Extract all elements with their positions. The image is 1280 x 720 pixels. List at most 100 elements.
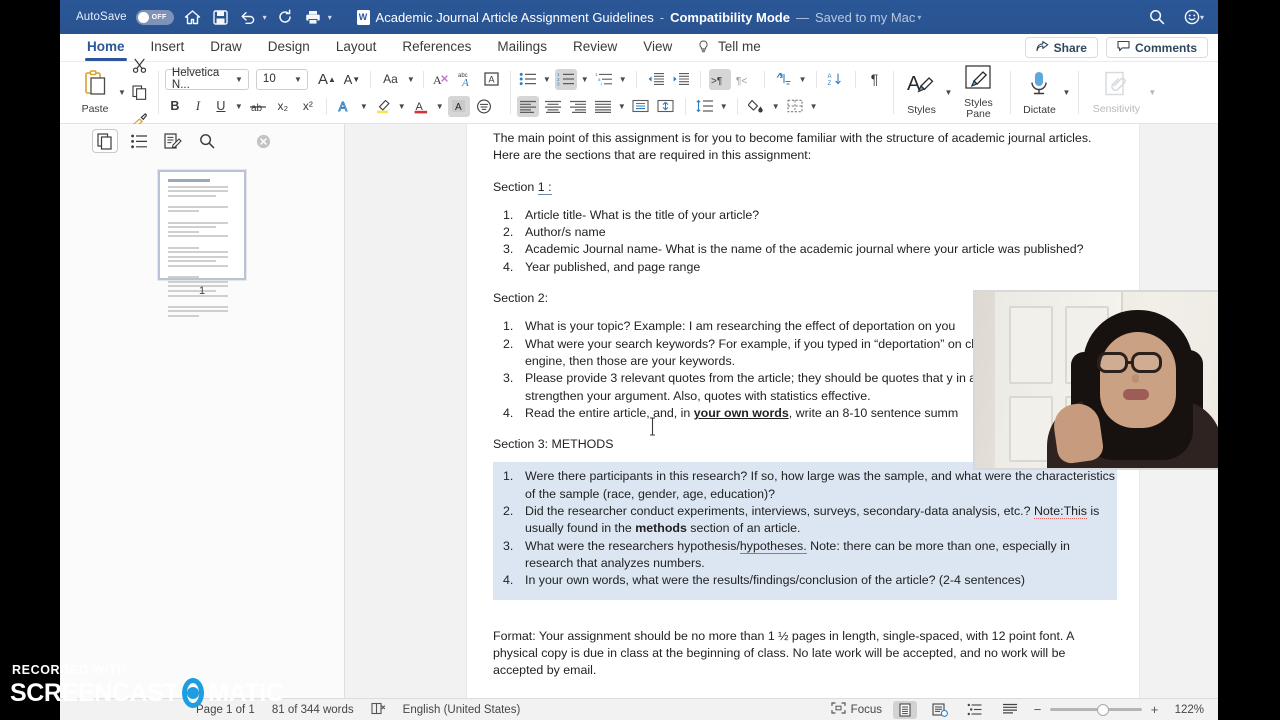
comments-button[interactable]: Comments: [1105, 37, 1208, 58]
character-border-icon[interactable]: [473, 96, 495, 117]
borders-icon[interactable]: [784, 96, 806, 117]
search-icon[interactable]: [1148, 8, 1167, 27]
show-formatting-marks-icon[interactable]: ¶: [864, 69, 886, 90]
text-effects-caret-icon[interactable]: ▼: [359, 102, 369, 111]
bulleted-list-icon[interactable]: [517, 69, 539, 90]
shading-caret-icon[interactable]: ▼: [771, 102, 781, 111]
redo-icon[interactable]: [276, 8, 295, 27]
font-name-caret-icon[interactable]: ▼: [234, 75, 244, 84]
decrease-spacing-icon[interactable]: [655, 96, 677, 117]
zoom-in-button[interactable]: +: [1150, 702, 1159, 717]
italic-button[interactable]: I: [188, 96, 208, 117]
styles-pane-button[interactable]: Styles Pane: [953, 65, 1003, 120]
tab-mailings[interactable]: Mailings: [484, 34, 560, 62]
pages-thumbnail-icon[interactable]: [92, 129, 118, 153]
change-case-icon[interactable]: Aa: [378, 69, 403, 90]
increase-indent-icon[interactable]: [670, 69, 692, 90]
cut-icon[interactable]: [129, 55, 151, 76]
document-outline-icon[interactable]: [126, 129, 152, 153]
font-size-caret-icon[interactable]: ▼: [293, 75, 303, 84]
undo-dropdown-caret-icon[interactable]: ▾: [263, 13, 267, 22]
justify-icon[interactable]: [592, 96, 614, 117]
shading-icon[interactable]: [746, 96, 768, 117]
sort-ascending-icon[interactable]: [773, 69, 795, 90]
zoom-out-button[interactable]: −: [1033, 702, 1042, 717]
page-thumbnail-1[interactable]: [158, 170, 246, 317]
saved-status-caret-icon[interactable]: ▾: [917, 13, 921, 22]
spelling-check-icon[interactable]: [371, 702, 386, 718]
text-effects-icon[interactable]: A: [334, 96, 356, 117]
sensitivity-caret-icon[interactable]: ▼: [1147, 88, 1157, 97]
styles-caret-icon[interactable]: ▼: [944, 88, 954, 97]
zoom-knob[interactable]: [1097, 703, 1109, 716]
multilevel-list-caret-icon[interactable]: ▼: [618, 75, 628, 84]
font-name-combobox[interactable]: Helvetica N... ▼: [164, 67, 249, 91]
zoom-slider[interactable]: − +: [1033, 702, 1159, 717]
numbered-list-caret-icon[interactable]: ▼: [580, 75, 590, 84]
autosave-toggle[interactable]: OFF: [135, 9, 174, 25]
change-case-caret-icon[interactable]: ▼: [406, 75, 416, 84]
focus-button[interactable]: Focus: [831, 702, 882, 717]
draft-icon[interactable]: [998, 701, 1022, 719]
search-icon[interactable]: [194, 129, 220, 153]
undo-icon[interactable]: [239, 8, 258, 27]
language-status[interactable]: English (United States): [403, 704, 521, 716]
close-icon[interactable]: [250, 129, 276, 153]
character-shading-icon[interactable]: A: [447, 95, 470, 117]
underline-caret-icon[interactable]: ▼: [234, 102, 244, 111]
line-spacing-icon[interactable]: [694, 96, 716, 117]
web-layout-icon[interactable]: [928, 701, 952, 719]
sort-az-icon[interactable]: AZ: [825, 69, 847, 90]
tab-view[interactable]: View: [630, 34, 685, 62]
print-layout-icon[interactable]: [893, 700, 917, 719]
zoom-track[interactable]: [1050, 703, 1142, 716]
customize-toolbar-icon[interactable]: ▾: [328, 13, 332, 22]
save-icon[interactable]: [211, 8, 230, 27]
text-box-icon[interactable]: A: [481, 69, 503, 90]
spelling-grammar-icon[interactable]: abc A: [456, 69, 478, 90]
shrink-font-icon[interactable]: A ▼: [341, 69, 363, 90]
sensitivity-button[interactable]: Sensitivity: [1085, 66, 1147, 120]
align-center-icon[interactable]: [542, 96, 564, 117]
justify-caret-icon[interactable]: ▼: [617, 102, 627, 111]
word-count[interactable]: 81 of 344 words: [272, 704, 354, 716]
share-button[interactable]: Share: [1024, 37, 1098, 58]
strikethrough-button[interactable]: ab: [247, 96, 269, 117]
styles-button[interactable]: A Styles: [900, 66, 944, 120]
paste-dropdown-caret-icon[interactable]: ▼: [117, 88, 127, 97]
font-color-caret-icon[interactable]: ▼: [435, 102, 445, 111]
dictate-button[interactable]: Dictate: [1017, 66, 1061, 120]
hyperlink-hypotheses[interactable]: hypotheses.: [739, 538, 807, 554]
ltr-text-direction-icon[interactable]: >¶: [708, 68, 731, 90]
numbered-list-icon[interactable]: 123: [554, 68, 577, 90]
line-spacing-caret-icon[interactable]: ▼: [719, 102, 729, 111]
font-size-combobox[interactable]: 10 ▼: [255, 68, 308, 90]
subscript-button[interactable]: x₂: [272, 96, 294, 117]
home-icon[interactable]: [183, 8, 202, 27]
bulleted-list-caret-icon[interactable]: ▼: [542, 75, 552, 84]
tab-draw[interactable]: Draw: [197, 34, 255, 62]
tab-review[interactable]: Review: [560, 34, 630, 62]
align-right-icon[interactable]: [567, 96, 589, 117]
decrease-indent-icon[interactable]: [645, 69, 667, 90]
dictate-caret-icon[interactable]: ▼: [1061, 88, 1071, 97]
sort-caret-icon[interactable]: ▼: [798, 75, 808, 84]
distribute-columns-icon[interactable]: [630, 96, 652, 117]
tab-tell-me[interactable]: Tell me: [685, 34, 774, 62]
grow-font-icon[interactable]: A ▲: [316, 69, 338, 90]
feedback-dropdown-caret-icon[interactable]: ▾: [1200, 13, 1204, 22]
outline-icon[interactable]: [963, 701, 987, 719]
superscript-button[interactable]: x²: [297, 96, 319, 117]
multilevel-list-icon[interactable]: 1ai: [593, 69, 615, 90]
underline-button[interactable]: U: [211, 96, 231, 117]
tab-layout[interactable]: Layout: [323, 34, 390, 62]
align-left-icon[interactable]: [516, 95, 539, 117]
highlight-caret-icon[interactable]: ▼: [397, 102, 407, 111]
copy-icon[interactable]: [129, 82, 151, 103]
rtl-text-direction-icon[interactable]: ¶<: [734, 69, 756, 90]
tab-design[interactable]: Design: [255, 34, 323, 62]
section3-list-selected[interactable]: Were there participants in this research…: [493, 462, 1117, 600]
zoom-level-label[interactable]: 122%: [1170, 704, 1204, 716]
tab-references[interactable]: References: [389, 34, 484, 62]
borders-caret-icon[interactable]: ▼: [809, 102, 819, 111]
